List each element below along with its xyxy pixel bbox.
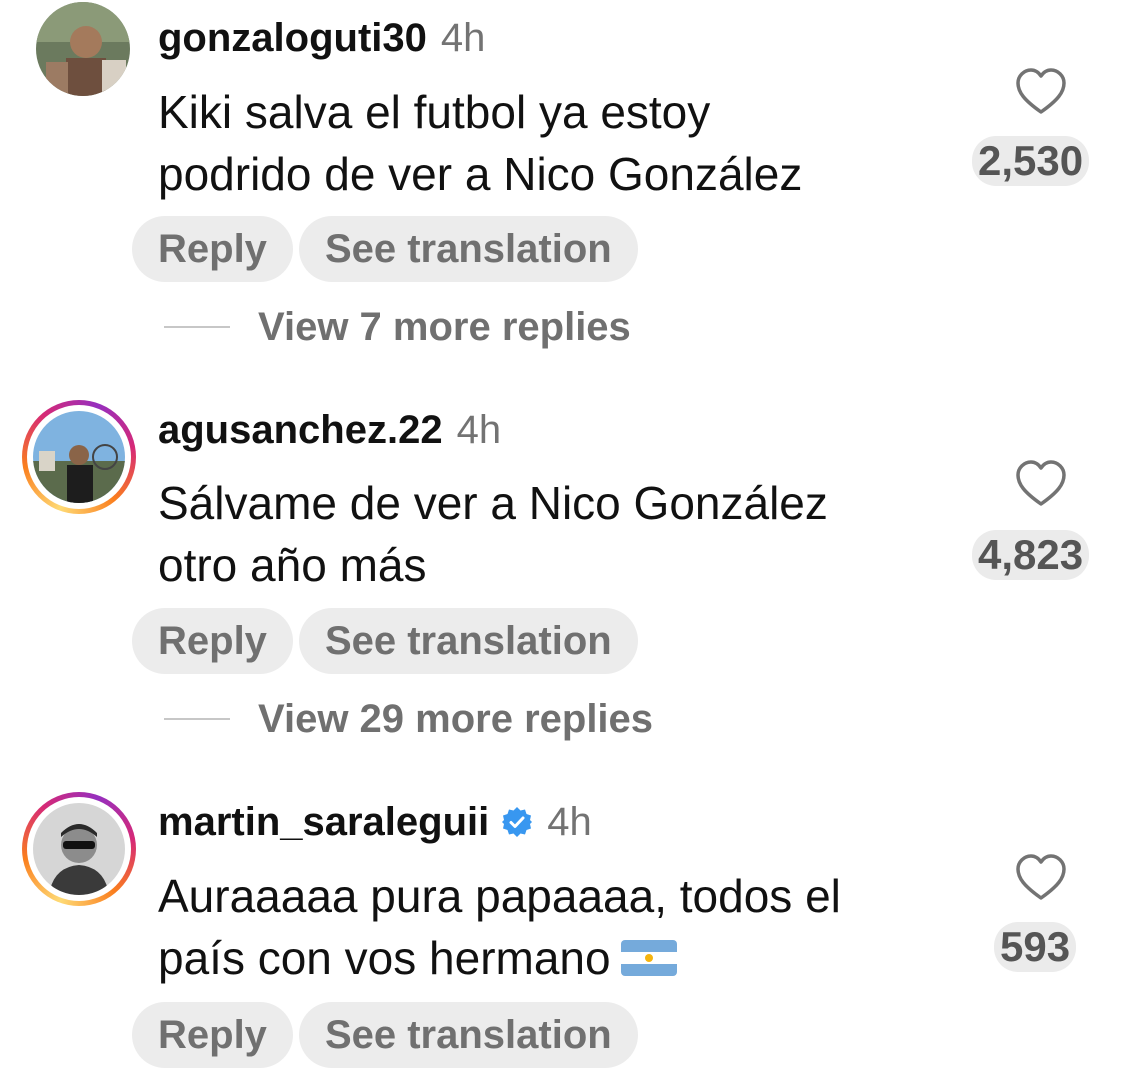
comment-actions: Reply See translation: [132, 608, 638, 674]
like-count[interactable]: 2,530: [972, 136, 1090, 186]
comment-text-line-2: país con vos hermano: [158, 927, 948, 989]
divider: [164, 326, 230, 328]
avatar-image: [36, 2, 130, 96]
avatar-agusanchez[interactable]: [22, 400, 136, 514]
username[interactable]: agusanchez.22: [158, 408, 443, 452]
comment-actions: Reply See translation: [132, 1002, 638, 1068]
see-translation-button[interactable]: See translation: [298, 216, 638, 282]
comment-text-line: podrido de ver a Nico González: [158, 148, 803, 200]
view-replies-button[interactable]: View 7 more replies: [164, 302, 631, 352]
comment-text-span: país con vos hermano: [158, 932, 611, 984]
avatar-martin-saraleguii[interactable]: [22, 792, 136, 906]
comment-text: Auraaaaa pura papaaaa, todos el país con…: [158, 865, 948, 989]
timestamp: 4h: [547, 800, 592, 844]
timestamp: 4h: [440, 16, 486, 60]
verified-badge-icon: [502, 807, 533, 837]
username[interactable]: martin_saraleguii: [158, 800, 489, 844]
comment-header: agusanchez.22 4h: [158, 408, 501, 452]
avatar-image: [33, 411, 125, 503]
heart-icon[interactable]: [1014, 458, 1068, 508]
like-count[interactable]: 4,823: [972, 530, 1090, 580]
timestamp: 4h: [456, 408, 502, 452]
avatar-image: [33, 803, 125, 895]
see-translation-button[interactable]: See translation: [298, 608, 638, 674]
reply-button[interactable]: Reply: [132, 1002, 293, 1068]
divider: [164, 718, 230, 720]
comment-text-line: Auraaaaa pura papaaaa, todos el: [158, 870, 841, 922]
comment-header: martin_saraleguii 4h: [158, 800, 592, 844]
view-replies-label: View 29 more replies: [258, 696, 654, 741]
avatar-gonzaloguti30[interactable]: [26, 0, 138, 108]
argentina-flag-icon: [620, 940, 677, 976]
comment-header: gonzaloguti30 4h: [158, 16, 485, 60]
username[interactable]: gonzaloguti30: [158, 16, 427, 60]
reply-button[interactable]: Reply: [132, 608, 293, 674]
comment-text-line: Kiki salva el futbol ya estoy: [158, 86, 711, 138]
comment-text: Sálvame de ver a Nico González otro año …: [158, 472, 948, 596]
reply-button[interactable]: Reply: [132, 216, 293, 282]
comment-text-line: Sálvame de ver a Nico González: [158, 477, 828, 529]
heart-icon[interactable]: [1014, 66, 1068, 116]
like-count[interactable]: 593: [994, 922, 1077, 972]
heart-icon[interactable]: [1014, 852, 1068, 902]
comment-text-line: otro año más: [158, 539, 427, 591]
see-translation-button[interactable]: See translation: [298, 1002, 638, 1068]
comment-actions: Reply See translation: [132, 216, 638, 282]
view-replies-button[interactable]: View 29 more replies: [164, 694, 653, 744]
comment-text: Kiki salva el futbol ya estoy podrido de…: [158, 81, 948, 205]
view-replies-label: View 7 more replies: [258, 304, 631, 349]
